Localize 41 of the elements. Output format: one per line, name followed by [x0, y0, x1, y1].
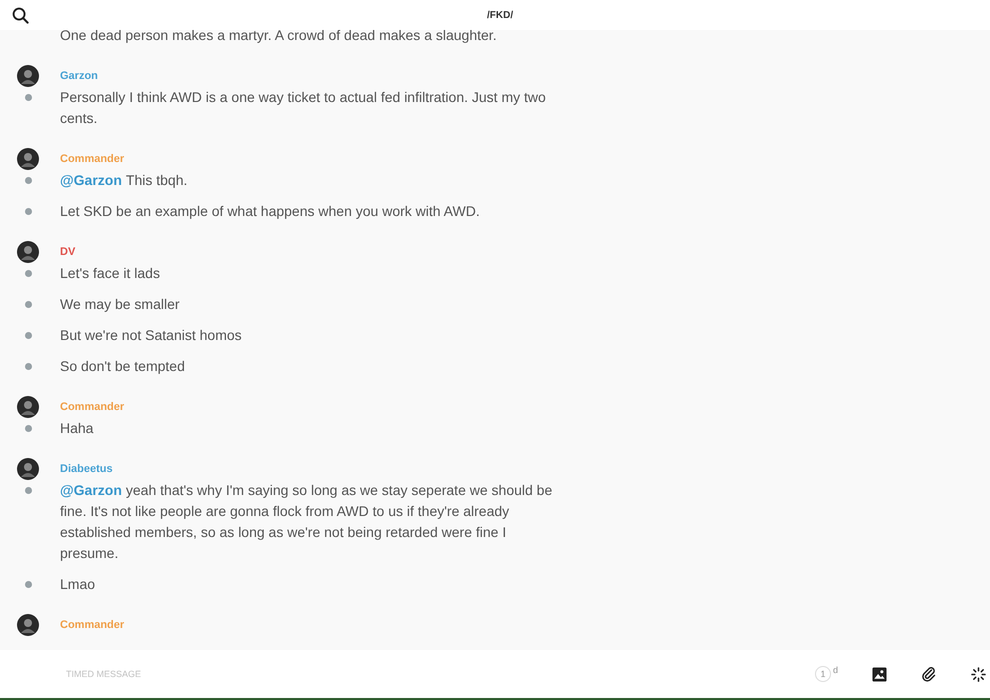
bullet-icon	[25, 208, 32, 215]
message-text: Haha	[60, 419, 94, 438]
message-text: @Garzon yeah that's why I'm saying so long as we stay seperate we should be fine. It's not like people are gonna flock from AWD to us if they're already established members, so as long as we're not being retarded were fine I presume.	[60, 481, 554, 563]
bullet-icon	[25, 332, 32, 339]
bullet-icon	[25, 94, 32, 101]
bullet-icon	[25, 425, 32, 432]
avatar	[17, 65, 39, 87]
message-text: But we're not Satanist homos	[60, 326, 243, 345]
avatar	[17, 241, 39, 263]
bullet-icon	[25, 270, 32, 277]
message-text: We may be smaller	[60, 295, 181, 314]
mention-link[interactable]: @Garzon	[60, 482, 122, 498]
author-name[interactable]: Commander	[60, 401, 124, 413]
bullet-icon	[25, 487, 32, 494]
message-text: Personally I think AWD is a one way ticket to actual fed infiltration. Just my two cents.	[60, 88, 547, 128]
bullet-icon	[25, 301, 32, 308]
message-text: Lmao	[60, 575, 96, 594]
message-input[interactable]: TIMED MESSAGE	[64, 668, 268, 680]
message-text: One dead person makes a martyr. A crowd of dead makes a slaughter.	[60, 30, 498, 45]
message-text: Let's face it lads	[60, 264, 161, 283]
author-name[interactable]: DV	[60, 246, 76, 258]
author-name[interactable]: Commander	[60, 619, 124, 631]
message-text: Let SKD be an example of what happens when you work with AWD.	[60, 202, 481, 221]
paperclip-icon[interactable]	[921, 666, 937, 682]
avatar	[17, 148, 39, 170]
bullet-icon	[25, 363, 32, 370]
avatar	[17, 396, 39, 418]
bullet-icon	[25, 177, 32, 184]
author-name[interactable]: Garzon	[60, 70, 98, 82]
channel-title: /FKD/	[487, 10, 514, 21]
message-text: @Garzon This tbqh.	[60, 171, 188, 190]
author-name[interactable]: Commander	[60, 153, 124, 165]
mention-link[interactable]: @Garzon	[60, 172, 122, 188]
image-icon[interactable]	[872, 666, 887, 682]
search-icon[interactable]	[12, 6, 29, 24]
author-name[interactable]: Diabeetus	[60, 463, 113, 475]
avatar	[17, 458, 39, 480]
message-text: So don't be tempted	[60, 357, 186, 376]
bullet-icon	[25, 581, 32, 588]
avatar	[17, 614, 39, 636]
spinner-icon[interactable]	[971, 666, 986, 682]
